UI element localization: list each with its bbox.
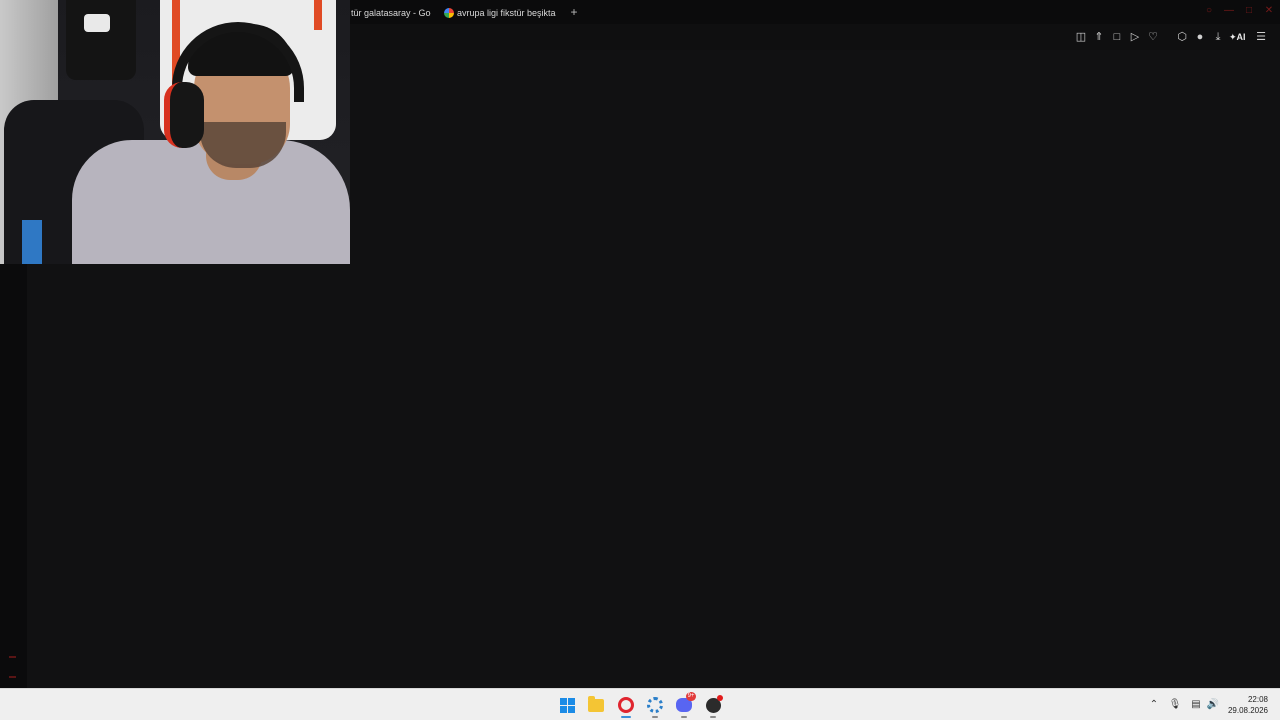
settings-icon [647, 697, 663, 713]
webcam-overlay [0, 0, 350, 264]
discord-notification-badge: 9+ [686, 692, 696, 701]
display-icon[interactable]: ▤ [1189, 697, 1203, 713]
browser-sidebar [0, 264, 27, 688]
windows-taskbar: ⌃ 🎙 ▤ 🔊 22:08 29.08.2026 [0, 688, 1280, 720]
maximize-button[interactable]: — [1224, 6, 1234, 16]
clock-time: 22:08 [1247, 695, 1268, 704]
file-explorer-icon [588, 695, 604, 712]
tab-title: avrupa ligi fikstür beşiktaş [457, 7, 556, 18]
heart-icon[interactable]: ♡ [1146, 29, 1160, 45]
minimize-button[interactable]: ○ [1204, 6, 1214, 16]
restore-button[interactable]: □ [1244, 6, 1254, 16]
webcam-jersey-dark [66, 0, 136, 80]
running-app-indicator [652, 716, 658, 718]
tab-title: tür galatasaray - Goo [351, 7, 431, 18]
clock-date: 29.08.2026 [1227, 706, 1268, 715]
plus-icon: + [570, 5, 578, 19]
obs-recording-badge [717, 695, 723, 701]
volume-icon[interactable]: 🔊 [1206, 697, 1220, 713]
system-clock[interactable]: 22:08 29.08.2026 [1224, 694, 1268, 716]
snapshot-icon[interactable]: □ [1110, 29, 1124, 45]
sidebar-item[interactable] [9, 656, 16, 658]
opera-browser-button[interactable] [616, 695, 636, 715]
windows-start-icon [559, 697, 575, 713]
microphone-icon[interactable]: 🎙 [1168, 697, 1182, 713]
sidebar-toggle-icon[interactable]: ◫ [1074, 29, 1088, 45]
google-favicon-icon [444, 7, 454, 18]
download-icon[interactable]: ⤓ [1211, 29, 1225, 45]
extensions-icon[interactable]: ⬡ [1175, 29, 1189, 45]
file-explorer-button[interactable] [586, 695, 606, 715]
ai-sparkle-icon: ✦ [1229, 32, 1237, 42]
webcam-headset-earcup [164, 82, 204, 148]
browser-tab-google-search[interactable]: tür galatasaray - Goo [351, 4, 431, 21]
browser-tab-fixture-search[interactable]: avrupa ligi fikstür beşiktaş [444, 4, 556, 21]
settings-button[interactable] [645, 695, 665, 715]
new-tab-button[interactable]: + [567, 5, 581, 19]
play-icon[interactable]: ▷ [1128, 29, 1142, 45]
running-app-indicator [710, 716, 716, 718]
close-button[interactable]: ✕ [1264, 6, 1274, 16]
active-app-indicator [621, 716, 631, 718]
desktop-screen: tür galatasaray - Goo avrupa ligi fikstü… [0, 0, 1280, 720]
opera-browser-icon [618, 697, 634, 713]
profile-icon[interactable]: ● [1193, 29, 1207, 45]
ai-button[interactable]: ✦AI [1229, 29, 1246, 45]
menu-icon[interactable]: ☰ [1254, 29, 1268, 45]
running-app-indicator [681, 716, 687, 718]
ai-label: AI [1236, 32, 1246, 42]
chevron-up-icon[interactable]: ⌃ [1147, 697, 1161, 713]
sidebar-item[interactable] [9, 676, 16, 678]
windows-start-button[interactable] [557, 695, 577, 715]
pin-icon[interactable]: ⇑ [1092, 29, 1106, 45]
